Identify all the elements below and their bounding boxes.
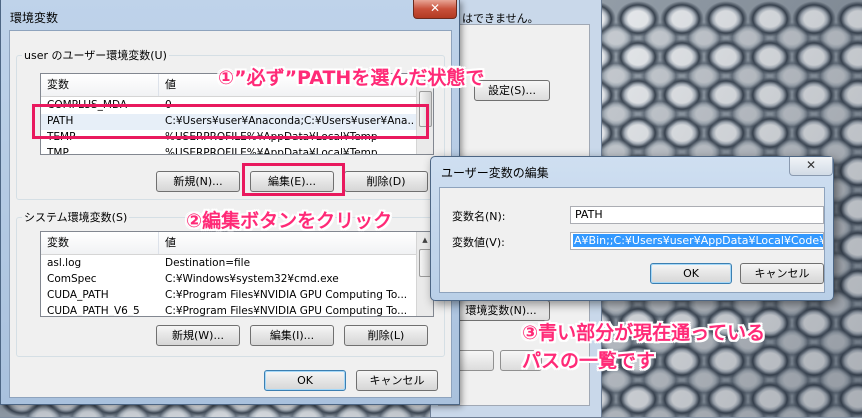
annotation-step2: ②編集ボタンをクリック	[186, 210, 393, 232]
table-row[interactable]: CUDA_PATH_V6_5 C:¥Program Files¥NVIDIA G…	[41, 304, 433, 317]
system-edit-button[interactable]: 編集(I)...	[250, 325, 334, 346]
path-row-highlight	[32, 104, 429, 139]
system-variables-label: システム環境変数(S)	[22, 209, 130, 225]
column-header-variable[interactable]: 変数	[41, 232, 159, 254]
user-variables-label: user のユーザー環境変数(U)	[22, 47, 169, 63]
variable-value-label: 変数値(V):	[452, 236, 505, 249]
cancel-button[interactable]: キャンセル	[356, 370, 438, 391]
edit-dialog-title: ユーザー変数の編集	[441, 166, 549, 180]
environment-variables-dialog: 環境変数 ✕ user のユーザー環境変数(U) 変数 値 COMPLUS_MD…	[0, 0, 460, 405]
variable-name-field[interactable]: PATH	[570, 206, 824, 224]
system-properties-text: はできません。	[462, 12, 539, 25]
variable-value-selection: A¥Bin;;C:¥Users¥user¥AppData¥Local¥Code¥…	[573, 234, 823, 247]
row-value: %USERPROFILE%¥AppData¥Local¥Temp	[165, 147, 378, 155]
close-icon: ✕	[429, 1, 441, 15]
annotation-step3-line2: パスの一覧です	[522, 350, 656, 372]
table-row[interactable]: asl.log Destination=file	[41, 256, 433, 272]
system-delete-button[interactable]: 削除(L)	[344, 325, 428, 346]
table-row[interactable]: CUDA_PATH C:¥Program Files¥NVIDIA GPU Co…	[41, 288, 433, 304]
row-value: C:¥Program Files¥NVIDIA GPU Computing To…	[165, 305, 408, 317]
edit-ok-button[interactable]: OK	[650, 263, 732, 284]
system-new-button[interactable]: 新規(W)...	[156, 325, 240, 346]
row-value: C:¥Windows¥system32¥cmd.exe	[165, 273, 339, 285]
close-button[interactable]: ✕	[413, 0, 457, 19]
edit-close-button[interactable]: ✕	[789, 157, 833, 176]
user-new-button[interactable]: 新規(N)...	[156, 171, 240, 192]
table-row[interactable]: TMP %USERPROFILE%¥AppData¥Local¥Temp	[41, 146, 433, 155]
variable-value-field[interactable]: A¥Bin;;C:¥Users¥user¥AppData¥Local¥Code¥…	[570, 232, 824, 250]
row-value: C:¥Program Files¥NVIDIA GPU Computing To…	[165, 289, 408, 301]
settings-button[interactable]: 設定(S)...	[474, 80, 550, 101]
annotation-step3-line1: ③青い部分が現在通っている	[522, 322, 766, 344]
ok-button[interactable]: OK	[264, 370, 346, 391]
close-icon: ✕	[805, 158, 817, 172]
row-variable: CUDA_PATH	[47, 289, 109, 301]
annotation-step1: ①”必ず”PATHを選んだ状態で	[218, 67, 485, 89]
table-row[interactable]: ComSpec C:¥Windows¥system32¥cmd.exe	[41, 272, 433, 288]
row-variable: TMP	[47, 147, 69, 155]
dialog-title: 環境変数	[10, 11, 59, 25]
row-variable: CUDA_PATH_V6_5	[47, 305, 140, 317]
variable-name-label: 変数名(N):	[452, 210, 506, 223]
column-header-variable[interactable]: 変数	[41, 74, 159, 96]
row-variable: asl.log	[47, 257, 82, 269]
row-variable: ComSpec	[47, 273, 97, 285]
list-header: 変数 値	[41, 232, 433, 255]
column-header-value[interactable]: 値	[159, 232, 417, 254]
edit-cancel-button[interactable]: キャンセル	[740, 263, 824, 284]
row-value: Destination=file	[165, 257, 251, 269]
system-variables-list[interactable]: 変数 値 asl.log Destination=file ComSpec C:…	[40, 231, 434, 317]
edit-dialog-body: 変数名(N): PATH 変数値(V): A¥Bin;;C:¥Users¥use…	[439, 187, 825, 293]
edit-button-highlight	[242, 163, 345, 196]
user-delete-button[interactable]: 削除(D)	[344, 171, 428, 192]
edit-user-variable-dialog: ユーザー変数の編集 ✕ 変数名(N): PATH 変数値(V): A¥Bin;;…	[430, 156, 834, 301]
